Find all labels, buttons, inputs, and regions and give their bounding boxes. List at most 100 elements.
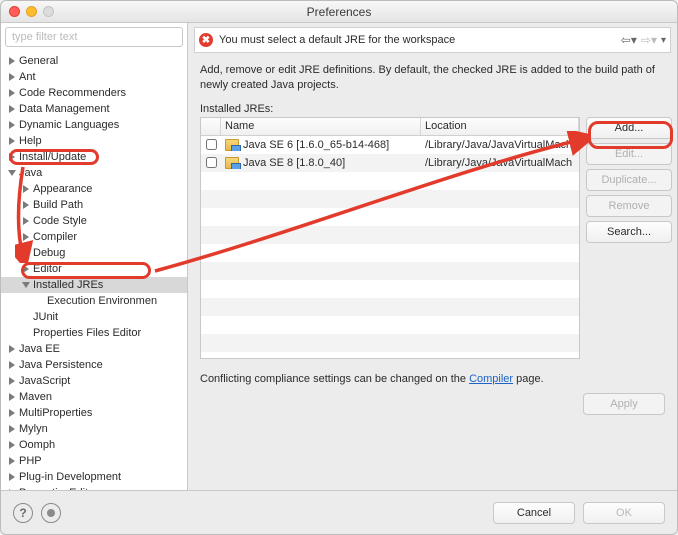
- tree-node[interactable]: Ant: [1, 69, 187, 85]
- tree-node-label: Debug: [33, 247, 65, 259]
- chevron-right-icon[interactable]: [21, 200, 31, 210]
- tree-leaf-spacer: [21, 328, 31, 338]
- tree-node-label: Maven: [19, 391, 52, 403]
- tree-node[interactable]: Compiler: [1, 229, 187, 245]
- chevron-right-icon[interactable]: [7, 104, 17, 114]
- chevron-right-icon[interactable]: [7, 392, 17, 402]
- table-row: [201, 262, 579, 280]
- row-checkbox-cell[interactable]: [201, 157, 221, 168]
- ok-button: OK: [583, 502, 665, 524]
- tree-node[interactable]: Editor: [1, 261, 187, 277]
- back-button[interactable]: ⇦▾: [621, 33, 637, 47]
- table-row: [201, 190, 579, 208]
- search-button[interactable]: Search...: [586, 221, 672, 243]
- view-menu-button[interactable]: ▾: [661, 35, 666, 46]
- tree-node[interactable]: PHP: [1, 453, 187, 469]
- import-export-icon[interactable]: [41, 503, 61, 523]
- tree-node[interactable]: General: [1, 53, 187, 69]
- tree-node[interactable]: Properties Files Editor: [1, 325, 187, 341]
- tree-node-label: Code Style: [33, 215, 87, 227]
- compiler-link[interactable]: Compiler: [469, 373, 513, 385]
- chevron-right-icon[interactable]: [7, 136, 17, 146]
- tree-node[interactable]: Installed JREs: [1, 277, 187, 293]
- tree-node[interactable]: Java Persistence: [1, 357, 187, 373]
- chevron-right-icon[interactable]: [7, 88, 17, 98]
- table-row: [201, 244, 579, 262]
- chevron-right-icon[interactable]: [7, 440, 17, 450]
- cancel-button[interactable]: Cancel: [493, 502, 575, 524]
- tree-node[interactable]: Oomph: [1, 437, 187, 453]
- tree-node[interactable]: Dynamic Languages: [1, 117, 187, 133]
- tree-node[interactable]: Help: [1, 133, 187, 149]
- chevron-right-icon[interactable]: [21, 216, 31, 226]
- tree-node[interactable]: Java EE: [1, 341, 187, 357]
- table-row[interactable]: Java SE 6 [1.6.0_65-b14-468]/Library/Jav…: [201, 136, 579, 154]
- tree-node[interactable]: JavaScript: [1, 373, 187, 389]
- chevron-down-icon[interactable]: [21, 280, 31, 290]
- tree-node[interactable]: JUnit: [1, 309, 187, 325]
- chevron-right-icon[interactable]: [7, 424, 17, 434]
- tree-node-label: Java EE: [19, 343, 60, 355]
- tree-node-label: General: [19, 55, 58, 67]
- jre-default-checkbox[interactable]: [206, 139, 217, 150]
- chevron-right-icon[interactable]: [21, 264, 31, 274]
- chevron-right-icon[interactable]: [21, 232, 31, 242]
- chevron-right-icon[interactable]: [7, 120, 17, 130]
- tree-node[interactable]: Debug: [1, 245, 187, 261]
- error-icon: ✖: [199, 33, 213, 47]
- tree-node[interactable]: Code Recommenders: [1, 85, 187, 101]
- chevron-right-icon[interactable]: [7, 376, 17, 386]
- tree-node-label: Help: [19, 135, 42, 147]
- row-name: Java SE 6 [1.6.0_65-b14-468]: [243, 139, 389, 151]
- tree-node-label: Java: [19, 167, 42, 179]
- tree-node-label: Data Management: [19, 103, 110, 115]
- tree-node[interactable]: Java: [1, 165, 187, 181]
- chevron-right-icon[interactable]: [21, 248, 31, 258]
- chevron-down-icon[interactable]: [7, 168, 17, 178]
- tree-node[interactable]: Build Path: [1, 197, 187, 213]
- chevron-right-icon[interactable]: [7, 72, 17, 82]
- preferences-tree[interactable]: General AntCode Recommenders Data Manageme…: [1, 51, 187, 490]
- chevron-right-icon[interactable]: [7, 56, 17, 66]
- table-row[interactable]: Java SE 8 [1.8.0_40] /Library/Java/JavaVi…: [201, 154, 579, 172]
- tree-node-label: Editor: [33, 263, 62, 275]
- row-name: Java SE 8 [1.8.0_40]: [243, 157, 345, 169]
- tree-node[interactable]: Mylyn: [1, 421, 187, 437]
- chevron-right-icon[interactable]: [21, 184, 31, 194]
- col-checkbox[interactable]: [201, 118, 221, 135]
- tree-node[interactable]: Appearance: [1, 181, 187, 197]
- row-checkbox-cell[interactable]: [201, 139, 221, 150]
- chevron-right-icon[interactable]: [7, 456, 17, 466]
- tree-node[interactable]: MultiProperties: [1, 405, 187, 421]
- table-row: [201, 298, 579, 316]
- col-location[interactable]: Location: [421, 118, 579, 135]
- add-button[interactable]: Add...: [586, 117, 672, 139]
- main-area: type filter text General AntCode Recommen…: [1, 23, 677, 490]
- chevron-right-icon[interactable]: [7, 344, 17, 354]
- help-icon[interactable]: ?: [13, 503, 33, 523]
- chevron-right-icon[interactable]: [7, 360, 17, 370]
- filter-input[interactable]: type filter text: [5, 27, 183, 47]
- installed-jres-table[interactable]: Name Location Java SE 6 [1.6.0_65-b14-46…: [200, 117, 580, 359]
- tree-node-label: Installed JREs: [33, 279, 103, 291]
- tree-node-label: PHP: [19, 455, 42, 467]
- tree-node[interactable]: Install/Update: [1, 149, 187, 165]
- table-header: Name Location: [201, 118, 579, 136]
- duplicate-button: Duplicate...: [586, 169, 672, 191]
- chevron-right-icon[interactable]: [7, 472, 17, 482]
- tree-node[interactable]: Code Style: [1, 213, 187, 229]
- chevron-right-icon[interactable]: [7, 408, 17, 418]
- apply-button: Apply: [583, 393, 665, 415]
- tree-node-label: JUnit: [33, 311, 58, 323]
- tree-node[interactable]: Data Management: [1, 101, 187, 117]
- col-name[interactable]: Name: [221, 118, 421, 135]
- chevron-right-icon[interactable]: [7, 152, 17, 162]
- table-row: [201, 316, 579, 334]
- forward-button[interactable]: ⇨▾: [641, 33, 657, 47]
- tree-node[interactable]: Plug-in Development: [1, 469, 187, 485]
- jre-default-checkbox[interactable]: [206, 157, 217, 168]
- row-location-cell: /Library/Java/JavaVirtualMach: [421, 157, 579, 169]
- table-body: Java SE 6 [1.6.0_65-b14-468] /Library/Jav…: [201, 136, 579, 358]
- tree-node[interactable]: Maven: [1, 389, 187, 405]
- tree-node[interactable]: Execution Environmen: [1, 293, 187, 309]
